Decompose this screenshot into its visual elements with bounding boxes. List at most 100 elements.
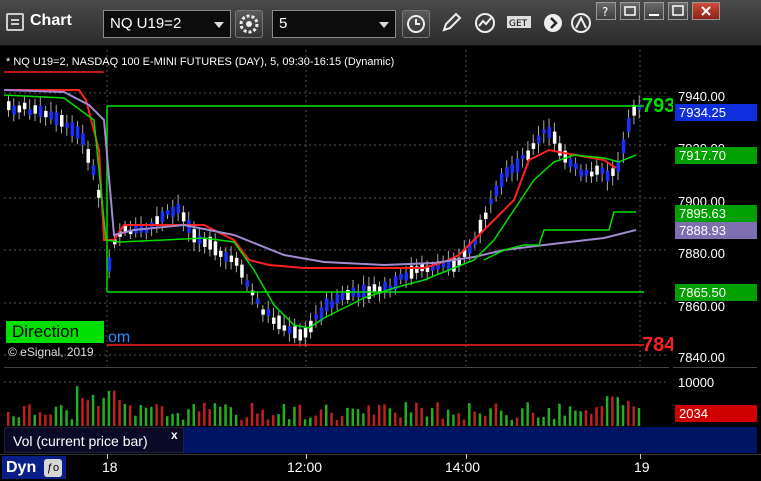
svg-text:?: ? [602, 5, 608, 19]
candle-body [605, 170, 610, 182]
candle-body [192, 229, 196, 243]
close-icon[interactable]: x [171, 428, 178, 442]
volume-plot[interactable] [4, 368, 669, 426]
time-label: 19 [634, 459, 650, 475]
volume-bar [616, 397, 619, 426]
help-window-button[interactable]: ? [596, 2, 616, 20]
volume-bar [70, 419, 74, 426]
alert-button[interactable] [568, 10, 596, 38]
volume-bar [118, 399, 121, 426]
direction-badge[interactable]: Direction [6, 321, 104, 343]
ma-tag: 7917.70 [675, 147, 757, 164]
volume-bar [431, 408, 434, 426]
get-button[interactable]: GET [506, 10, 534, 38]
svg-text:GET: GET [509, 19, 528, 29]
candle-body [160, 211, 165, 222]
volume-bar [176, 413, 180, 426]
volume-legend[interactable]: Vol (current price bar) [4, 427, 184, 453]
price-tick: 7840.00 [678, 350, 725, 365]
candle-body [404, 272, 408, 281]
last-price-tag: 7934.25 [675, 104, 757, 121]
volume-bar [473, 411, 476, 426]
volume-bar [139, 405, 142, 426]
volume-bar [181, 419, 185, 426]
volume-bar [272, 415, 275, 426]
candle-body [595, 165, 599, 175]
volume-bar [346, 407, 349, 426]
link-window-button[interactable] [620, 2, 640, 20]
candle-body [49, 111, 53, 119]
volume-bar [33, 414, 36, 426]
volume-chart[interactable] [4, 367, 669, 426]
volume-bar [335, 419, 339, 426]
volume-bar [552, 418, 556, 426]
candle-body [91, 165, 96, 175]
question-icon: ? [602, 5, 608, 19]
time-tick [107, 454, 108, 459]
function-icon[interactable]: ƒo [44, 459, 62, 477]
volume-bar [17, 417, 21, 426]
candle-body [75, 126, 80, 139]
price-chart[interactable] [3, 50, 669, 366]
volume-bar [627, 400, 630, 426]
volume-bar [128, 405, 132, 426]
volume-bar [314, 415, 317, 426]
volume-bar [383, 404, 386, 426]
volume-bar [399, 417, 402, 426]
price-tick: 7940.00 [678, 89, 725, 104]
volume-current-tag: 2034 [675, 405, 757, 422]
volume-bar [123, 403, 127, 426]
candle-body [12, 105, 16, 115]
candle-body [298, 329, 302, 341]
volume-bar [574, 410, 577, 426]
chevron-down-icon[interactable] [379, 22, 389, 28]
ma-tag: 7888.93 [675, 222, 757, 239]
minimize-button[interactable] [644, 2, 664, 20]
volume-bar [568, 406, 572, 426]
volume-bar [425, 416, 429, 426]
volume-bar [319, 409, 323, 426]
volume-legend-bar [184, 427, 757, 453]
volume-bar [65, 410, 68, 426]
interval-value: 5 [279, 15, 288, 32]
volume-bar [531, 412, 535, 426]
symbol-input[interactable]: NQ U19=2 [103, 10, 231, 38]
maximize-button[interactable] [668, 2, 688, 20]
candle-body [531, 143, 536, 149]
volume-bar [563, 415, 566, 426]
close-button[interactable] [692, 2, 720, 20]
candle-body [330, 300, 334, 309]
candle-body [542, 129, 546, 134]
candle-body [240, 264, 244, 278]
support-tag: 7865.50 [675, 284, 757, 301]
settings-button[interactable] [235, 10, 263, 38]
candle-body [282, 325, 287, 331]
price-plot[interactable] [3, 50, 669, 366]
volume-bar [256, 413, 259, 426]
studies-button[interactable] [472, 10, 500, 38]
interval-input[interactable]: 5 [272, 10, 396, 38]
volume-bar [510, 419, 513, 426]
volume-bar [484, 415, 487, 426]
volume-bar [309, 417, 312, 426]
volume-bar [102, 397, 105, 426]
time-button[interactable] [402, 10, 430, 38]
volume-bar [547, 408, 551, 426]
maximize-icon [672, 5, 684, 16]
candle-body [335, 293, 340, 304]
candle-body [17, 105, 22, 113]
volume-bar [558, 403, 561, 426]
volume-bar [378, 404, 381, 426]
candle-body [97, 189, 101, 198]
candle-body [621, 139, 626, 154]
draw-button[interactable] [438, 10, 466, 38]
volume-bar [208, 409, 211, 426]
volume-bar [579, 411, 582, 426]
more-button[interactable] [540, 10, 568, 38]
volume-bar [12, 416, 15, 426]
volume-bar [54, 406, 58, 426]
candle-body [505, 167, 509, 178]
chevron-down-icon[interactable] [214, 22, 224, 28]
volume-bar [203, 402, 206, 426]
time-tick [306, 454, 307, 459]
